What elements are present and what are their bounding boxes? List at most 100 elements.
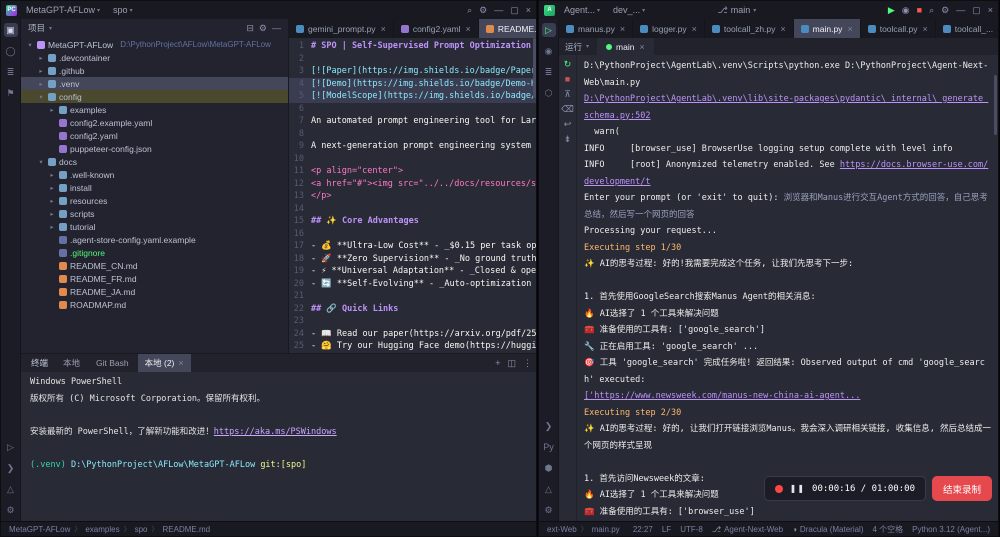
chevron-right-icon[interactable]: ▸ (37, 67, 45, 75)
close-icon[interactable]: × (381, 24, 386, 34)
tree-item[interactable]: README_FR.md (21, 272, 288, 285)
breadcrumb-item[interactable]: README.md (163, 525, 211, 534)
tree-item[interactable]: ▸.devcontainer (21, 51, 288, 64)
rerun-icon[interactable]: ↻ (564, 60, 572, 69)
chevron-down-icon[interactable]: ▾ (49, 25, 52, 32)
terminal-tab[interactable]: 本地 (2)× (138, 354, 191, 372)
terminal-output[interactable]: Windows PowerShell版权所有 (C) Microsoft Cor… (21, 372, 536, 521)
settings-tool-icon[interactable]: ⚙ (542, 503, 556, 517)
services-tool-icon[interactable]: ⬡ (542, 86, 556, 100)
run-console-output[interactable]: D:\PythonProject\AgentLab\.venv\Scripts\… (577, 55, 998, 521)
stop-recording-button[interactable]: 结束录制 (932, 476, 992, 501)
structure-tool-icon[interactable]: ≣ (542, 65, 556, 79)
breadcrumb-item[interactable]: ext-Web (547, 525, 577, 534)
new-terminal-icon[interactable]: + (495, 359, 500, 368)
tree-item[interactable]: puppeteer-config.json (21, 142, 288, 155)
tree-item[interactable]: .agent-store-config.yaml.example (21, 233, 288, 246)
editor-tab[interactable]: manus.py× (559, 19, 633, 38)
split-terminal-icon[interactable]: ◫ (507, 359, 516, 368)
tree-item[interactable]: ▸install (21, 181, 288, 194)
status-item[interactable]: ◑Dracula (Material) (792, 525, 863, 534)
chevron-right-icon[interactable]: ▸ (48, 223, 56, 231)
scroll-end-icon[interactable]: ⇟ (564, 135, 572, 144)
chevron-right-icon[interactable]: ▸ (48, 210, 56, 218)
run-tool-icon[interactable]: ▷ (542, 23, 556, 37)
status-item[interactable]: Python 3.12 (Agent...) (912, 525, 990, 534)
settings-icon[interactable]: ⚙ (941, 6, 949, 15)
stop-icon[interactable]: ■ (565, 75, 570, 84)
chevron-down-icon[interactable]: ▾ (37, 93, 45, 101)
breadcrumb-item[interactable]: MetaGPT-AFLow (9, 525, 70, 534)
pin-icon[interactable]: ⊼ (564, 90, 571, 99)
tree-item[interactable]: ▸.github (21, 64, 288, 77)
python-console-tool-icon[interactable]: Py (542, 440, 556, 454)
left-titlebar[interactable]: PC MetaGPT-AFLow ▾ spo ▾ ⌕⚙—▢× (1, 1, 536, 19)
tree-item[interactable]: ROADMAP.md (21, 298, 288, 311)
settings-icon[interactable]: ⚙ (479, 6, 487, 15)
tree-item[interactable]: ▾docs (21, 155, 288, 168)
project-widget[interactable]: Agent... ▾ (560, 4, 604, 16)
run-tab-main[interactable]: main × (597, 38, 654, 55)
scrollbar[interactable] (994, 75, 997, 135)
status-item[interactable]: 22:27 (633, 525, 653, 534)
terminal-tab[interactable]: Git Bash (89, 354, 136, 372)
right-titlebar[interactable]: A Agent... ▾ dev_... ▾ ⎇ main ▾ ▶◉■⌕⚙—▢× (539, 1, 998, 19)
status-item[interactable]: 4 个空格 (873, 524, 904, 535)
maximize-icon[interactable]: ▢ (972, 6, 981, 15)
chevron-right-icon[interactable]: ▸ (48, 197, 56, 205)
tree-item[interactable]: ▸.venv (21, 77, 288, 90)
terminal-tool-icon[interactable]: ❯ (4, 461, 18, 475)
packages-tool-icon[interactable]: ⬢ (542, 461, 556, 475)
close-icon[interactable]: × (692, 24, 697, 34)
terminal-tab[interactable]: 本地 (56, 354, 87, 372)
editor-tab[interactable]: toolcall.py× (861, 19, 936, 38)
settings-tool-icon[interactable]: ⚙ (4, 503, 18, 517)
search-icon[interactable]: ⌕ (929, 6, 934, 15)
pause-icon[interactable]: ❚❚ (790, 484, 805, 493)
tree-item[interactable]: README_CN.md (21, 259, 288, 272)
tree-item[interactable]: ▾config (21, 90, 288, 103)
scrollbar[interactable] (533, 38, 536, 98)
more-options-icon[interactable]: ⋮ (523, 359, 532, 368)
run-tool-icon[interactable]: ▷ (4, 440, 18, 454)
close-icon[interactable]: × (923, 24, 928, 34)
tree-item[interactable]: ▸examples (21, 103, 288, 116)
editor-tab[interactable]: toolcall_...× (936, 19, 998, 38)
tree-item[interactable]: ▸scripts (21, 207, 288, 220)
collapse-all-icon[interactable]: ⊟ (246, 24, 254, 33)
problems-tool-icon[interactable]: △ (542, 482, 556, 496)
editor-tab[interactable]: gemini_prompt.py× (289, 19, 394, 38)
soft-wrap-icon[interactable]: ↩ (564, 120, 572, 129)
editor-tab-active[interactable]: README.md× (479, 19, 536, 38)
breadcrumb-item[interactable]: spo (135, 525, 148, 534)
chevron-right-icon[interactable]: ▸ (48, 184, 56, 192)
close-icon[interactable]: × (639, 42, 644, 52)
chevron-right-icon[interactable]: ▸ (37, 80, 45, 88)
project-tool-icon[interactable]: ▣ (4, 23, 18, 37)
tree-item[interactable]: ▸.well-known (21, 168, 288, 181)
breadcrumb-item[interactable]: main.py (592, 525, 620, 534)
panel-options-icon[interactable]: ⚙ (259, 24, 267, 33)
close-icon[interactable]: × (847, 24, 852, 34)
hide-panel-icon[interactable]: — (272, 24, 281, 33)
close-icon[interactable]: × (988, 6, 993, 15)
tree-item[interactable]: ▸tutorial (21, 220, 288, 233)
vcs-widget[interactable]: ⎇ main ▾ (717, 5, 756, 15)
close-icon[interactable]: × (178, 358, 183, 368)
stop-icon[interactable]: ■ (917, 6, 922, 15)
chevron-down-icon[interactable]: ▾ (26, 41, 34, 49)
editor-tab[interactable]: config2.yaml× (394, 19, 479, 38)
run-config-widget[interactable]: spo ▾ (109, 4, 137, 16)
tree-item[interactable]: .gitignore (21, 246, 288, 259)
close-icon[interactable]: × (466, 24, 471, 34)
close-icon[interactable]: × (526, 6, 531, 15)
maximize-icon[interactable]: ▢ (510, 6, 519, 15)
bookmarks-tool-icon[interactable]: ⚑ (4, 86, 18, 100)
debug-icon[interactable]: ◉ (902, 6, 910, 15)
editor-tab-active[interactable]: main.py× (794, 19, 861, 38)
editor-code[interactable]: 1# SPO | Self-Supervised Prompt Optimiza… (289, 38, 536, 353)
chevron-right-icon[interactable]: ▸ (37, 54, 45, 62)
commit-tool-icon[interactable]: ◯ (4, 44, 18, 58)
search-icon[interactable]: ⌕ (467, 6, 472, 15)
close-icon[interactable]: × (620, 24, 625, 34)
